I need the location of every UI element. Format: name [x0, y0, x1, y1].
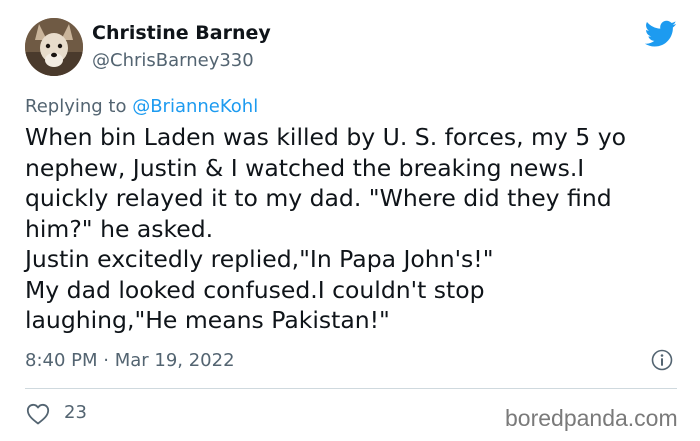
tweet-text-line: Justin excitedly replied,"In Papa John's… — [25, 245, 494, 273]
tweet-text: When bin Laden was killed by U. S. force… — [25, 122, 685, 336]
watermark: boredpanda.com — [505, 405, 678, 431]
tweet-text-line: My dad looked confused.I couldn't stop — [25, 275, 485, 304]
like-count: 23 — [64, 402, 87, 423]
dog-avatar-icon — [25, 18, 83, 76]
tweet-timestamp[interactable]: 8:40 PM · Mar 19, 2022 — [25, 350, 235, 371]
reply-context: Replying to @BrianneKohl — [25, 96, 258, 117]
author-avatar[interactable] — [25, 18, 83, 76]
tweet-text-line: laughing,"He means Pakistan!" — [25, 306, 390, 334]
divider — [25, 388, 677, 389]
tweet-text-line: nephew, Justin & I watched the breaking … — [25, 153, 585, 182]
author-name[interactable]: Christine Barney — [92, 22, 271, 44]
tweet-text-line: quickly relayed it to my dad. "Where did… — [25, 184, 612, 212]
tweet-text-line: When bin Laden was killed by U. S. force… — [25, 123, 626, 151]
heart-icon[interactable] — [26, 403, 50, 425]
reply-prefix: Replying to — [25, 96, 133, 117]
tweet-text-line: him?" he asked. — [25, 214, 214, 243]
author-handle[interactable]: @ChrisBarney330 — [92, 50, 254, 71]
reply-mention-link[interactable]: @BrianneKohl — [132, 96, 258, 117]
info-icon[interactable] — [651, 349, 673, 371]
twitter-bird-icon[interactable] — [645, 20, 677, 48]
